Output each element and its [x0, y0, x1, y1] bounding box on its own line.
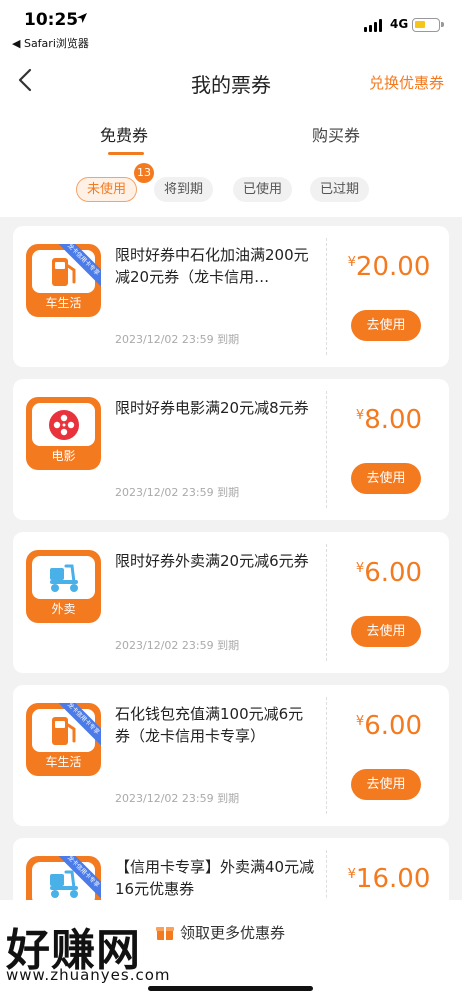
- film-reel-icon: [49, 410, 79, 440]
- coupon-category-label: 外卖: [51, 602, 76, 616]
- home-indicator[interactable]: [148, 986, 313, 991]
- bottom-bar: 领取更多优惠券 好赚网 www.zhuanyes.com: [0, 900, 462, 1000]
- coupon-category-label: 车生活: [45, 755, 82, 769]
- battery-icon: [412, 18, 444, 32]
- coupon-expiry: 2023/12/02 23:59 到期: [115, 486, 240, 499]
- coupon-category-label: 车生活: [45, 296, 82, 310]
- coupon-amount: 20.00: [355, 252, 431, 282]
- coupon-title: 【信用卡专享】外卖满40元减16元优惠券: [115, 858, 315, 898]
- coupon-title: 限时好券中石化加油满200元减20元券（龙卡信用…: [115, 246, 309, 286]
- coupon-title: 限时好券外卖满20元减6元券: [115, 552, 309, 570]
- coupon-category-icon: 龙卡信用卡专享 车生活: [26, 703, 101, 776]
- nav-bar: 我的票券 兑换优惠券: [0, 55, 462, 110]
- currency-symbol: ¥: [355, 561, 365, 576]
- tab-bar: 免费券 购买券: [0, 110, 462, 160]
- use-coupon-button[interactable]: 去使用: [351, 463, 421, 494]
- coupon-category-icon: 外卖: [26, 550, 101, 623]
- coupon-card[interactable]: 龙卡信用卡专享 车生活 限时好券中石化加油满200元减20元券（龙卡信用… 20…: [13, 226, 449, 367]
- coupon-divider: [326, 238, 327, 355]
- filter-unused[interactable]: 未使用: [76, 177, 138, 202]
- coupon-card[interactable]: 电影 限时好券电影满20元减8元券 2023/12/02 23:59 到期 ¥8…: [13, 379, 449, 520]
- filter-expired[interactable]: 已过期: [310, 177, 370, 202]
- use-coupon-button[interactable]: 去使用: [351, 310, 421, 341]
- coupon-category-label: 电影: [51, 449, 76, 463]
- coupon-divider: [326, 697, 327, 814]
- coupon-price: ¥6.00: [329, 711, 449, 741]
- coupon-price: ¥8.00: [329, 405, 449, 435]
- status-time: 10:25: [24, 10, 79, 30]
- coupon-price: ¥20.00: [329, 252, 449, 282]
- coupon-expiry: 2023/12/02 23:59 到期: [115, 792, 240, 805]
- coupon-expiry: 2023/12/02 23:59 到期: [115, 333, 240, 346]
- signal-icon: [364, 19, 382, 32]
- filter-expiring[interactable]: 将到期: [154, 177, 214, 202]
- back-to-app-link[interactable]: ◀ Safari浏览器: [12, 35, 89, 51]
- coupon-amount: 6.00: [364, 711, 423, 741]
- status-bar: 10:25 ◀ Safari浏览器 4G: [0, 0, 462, 55]
- currency-symbol: ¥: [355, 714, 365, 729]
- coupon-amount: 6.00: [364, 558, 423, 588]
- tab-purchased-coupons[interactable]: 购买券: [312, 122, 360, 146]
- coupon-divider: [326, 391, 327, 508]
- coupon-title: 石化钱包充值满100元减6元券（龙卡信用卡专享）: [115, 705, 304, 745]
- coupon-card[interactable]: 龙卡信用卡专享 车生活 石化钱包充值满100元减6元券（龙卡信用卡专享） 202…: [13, 685, 449, 826]
- coupon-category-icon: 电影: [26, 397, 101, 470]
- coupon-card[interactable]: 外卖 限时好券外卖满20元减6元券 2023/12/02 23:59 到期 ¥6…: [13, 532, 449, 673]
- network-label: 4G: [390, 17, 409, 31]
- use-coupon-button[interactable]: 去使用: [351, 769, 421, 800]
- coupon-price: ¥6.00: [329, 558, 449, 588]
- site-watermark-url: www.zhuanyes.com: [6, 966, 171, 984]
- coupon-price: ¥16.00: [329, 864, 449, 894]
- location-arrow-icon: [77, 13, 87, 23]
- coupon-amount: 8.00: [364, 405, 423, 435]
- filter-used[interactable]: 已使用: [233, 177, 293, 202]
- active-tab-indicator: [108, 152, 144, 155]
- currency-symbol: ¥: [347, 867, 356, 882]
- get-more-coupons-link[interactable]: 领取更多优惠券: [180, 922, 285, 943]
- coupon-amount: 16.00: [355, 864, 431, 894]
- coupon-category-icon: 龙卡信用卡专享 车生活: [26, 244, 101, 317]
- unused-count-badge: 13: [134, 163, 154, 183]
- coupon-expiry: 2023/12/02 23:59 到期: [115, 639, 240, 652]
- filter-chips: 未使用 将到期 已使用 已过期: [0, 160, 462, 217]
- currency-symbol: ¥: [355, 408, 365, 423]
- gift-icon: [156, 927, 174, 940]
- currency-symbol: ¥: [347, 255, 356, 270]
- tab-free-coupons[interactable]: 免费券: [100, 122, 148, 146]
- use-coupon-button[interactable]: 去使用: [351, 616, 421, 647]
- redeem-coupon-link[interactable]: 兑换优惠券: [369, 72, 444, 93]
- coupon-title: 限时好券电影满20元减8元券: [115, 399, 309, 417]
- scooter-icon: [50, 564, 78, 592]
- coupon-divider: [326, 544, 327, 661]
